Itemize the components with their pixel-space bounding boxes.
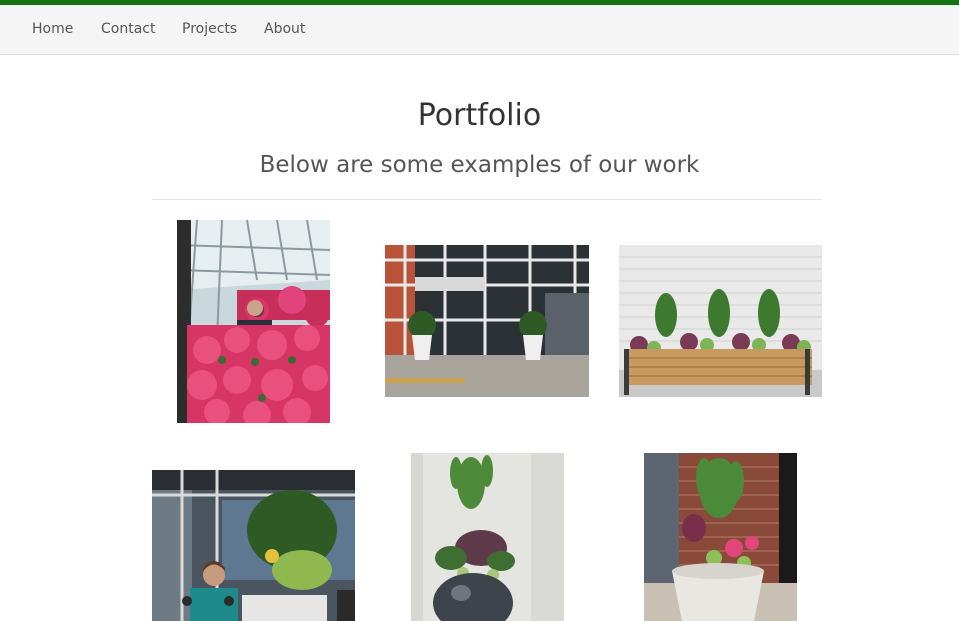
- portfolio-photo-dark-pot[interactable]: [411, 453, 564, 621]
- portfolio-photo-planter-box[interactable]: [619, 245, 822, 397]
- portfolio-photo-storefront[interactable]: [385, 245, 589, 397]
- nav-home-link[interactable]: Home: [32, 21, 73, 37]
- storefront-planters-image: [385, 245, 589, 397]
- portfolio-photo-poinsettias[interactable]: [177, 220, 330, 423]
- portfolio-photo-doorway-planter[interactable]: [152, 470, 355, 621]
- wooden-planter-box-image: [619, 245, 822, 397]
- doorway-planter-image: [152, 470, 355, 621]
- nav-projects-link[interactable]: Projects: [182, 21, 237, 37]
- nav-contact-link[interactable]: Contact: [101, 21, 155, 37]
- brick-wall-pot-image: [644, 453, 797, 621]
- portfolio-photo-brick-wall-pot[interactable]: [644, 453, 797, 621]
- page-subtitle: Below are some examples of our work: [259, 152, 700, 178]
- main-navbar: Home Contact Projects About: [0, 5, 959, 55]
- dark-pot-planter-image: [411, 453, 564, 621]
- page-title: Portfolio: [417, 98, 542, 133]
- header-divider: [152, 199, 822, 200]
- poinsettia-greenhouse-image: [177, 220, 330, 423]
- nav-about-link[interactable]: About: [264, 21, 305, 37]
